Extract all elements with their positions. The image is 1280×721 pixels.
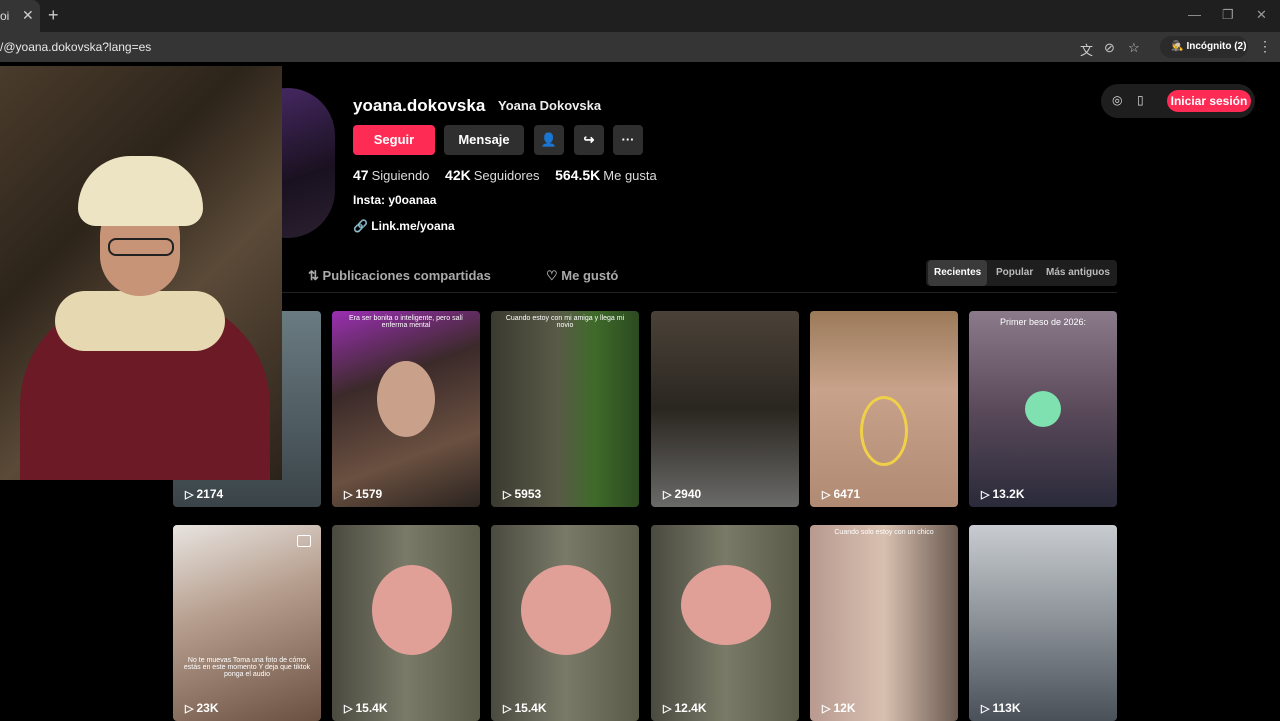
share-button[interactable]: ↪ xyxy=(574,125,604,155)
message-button[interactable]: Mensaje xyxy=(444,125,524,155)
follow-button[interactable]: Seguir xyxy=(353,125,435,155)
video-views: 2174 xyxy=(185,487,223,501)
minimize-icon[interactable]: — xyxy=(1188,7,1201,22)
sort-popular[interactable]: Popular xyxy=(990,260,1039,286)
video-tile[interactable]: 113K xyxy=(969,525,1117,721)
heart-icon: ♡ xyxy=(546,268,558,283)
incognito-icon: 🕵 xyxy=(1171,41,1184,52)
address-bar: /@yoana.dokovska?lang=es 文 ⊘ ☆ 🕵 Incógnit… xyxy=(0,32,1280,62)
tab-divider xyxy=(282,292,1117,293)
following-count: 47 xyxy=(353,167,369,183)
webcam-overlay xyxy=(0,66,282,480)
translate-icon[interactable]: 文 xyxy=(1080,40,1093,59)
repost-icon: ⇅ xyxy=(308,268,319,283)
more-button[interactable]: ··· xyxy=(613,125,643,155)
profile-link-text[interactable]: Link.me/yoana xyxy=(371,219,454,233)
tab-liked[interactable]: ♡ Me gustó xyxy=(546,268,618,284)
video-views: 113K xyxy=(981,701,1020,715)
link-icon: 🔗 xyxy=(353,219,368,233)
tab-liked-label: Me gustó xyxy=(561,268,619,283)
cam-figure-hat xyxy=(78,156,203,226)
header-actions: ◎ ▯ Iniciar sesión xyxy=(1101,84,1255,118)
video-tile[interactable]: No te muevas Toma una foto de cómo estás… xyxy=(173,525,321,721)
video-tile[interactable]: Primer beso de 2026: 13.2K xyxy=(969,311,1117,507)
video-views: 1579 xyxy=(344,487,382,501)
video-caption: Primer beso de 2026: xyxy=(999,317,1087,327)
video-tile[interactable]: Era ser bonita o inteligente, pero salí … xyxy=(332,311,480,507)
video-tile[interactable]: 15.4K xyxy=(332,525,480,721)
mobile-icon[interactable]: ▯ xyxy=(1137,93,1144,107)
sticker-icon xyxy=(1025,391,1061,427)
video-views: 15.4K xyxy=(344,701,387,715)
url-field[interactable]: /@yoana.dokovska?lang=es xyxy=(0,40,151,54)
profile-nickname: Yoana Dokovska xyxy=(498,98,602,113)
video-caption: Cuando estoy con mi amiga y llega mi nov… xyxy=(505,315,625,329)
window-close-icon[interactable]: ✕ xyxy=(1256,7,1267,23)
video-thumbnail-hand xyxy=(681,565,771,645)
browser-tab[interactable]: oi ✕ xyxy=(0,0,40,32)
eye-slash-icon[interactable]: ⊘ xyxy=(1104,40,1115,56)
sort-recent[interactable]: Recientes xyxy=(928,260,988,286)
video-views: 5953 xyxy=(503,487,541,501)
video-views: 2940 xyxy=(663,487,701,501)
video-views: 13.2K xyxy=(981,487,1024,501)
video-tile[interactable]: 15.4K xyxy=(491,525,639,721)
cam-figure-lace xyxy=(55,291,225,351)
video-tile[interactable]: 6471 xyxy=(810,311,958,507)
video-tile[interactable]: Cuando estoy con mi amiga y llega mi nov… xyxy=(491,311,639,507)
likes-label: Me gusta xyxy=(603,168,657,183)
followers-label[interactable]: Seguidores xyxy=(474,168,540,183)
bookmark-star-icon[interactable]: ☆ xyxy=(1128,40,1140,56)
login-button[interactable]: Iniciar sesión xyxy=(1167,90,1251,112)
video-caption: Era ser bonita o inteligente, pero salí … xyxy=(348,315,463,329)
share-icon: ↪ xyxy=(583,132,595,147)
tab-title: oi xyxy=(0,9,10,23)
video-caption: Cuando solo estoy con un chico xyxy=(834,529,934,536)
video-views: 12.4K xyxy=(663,701,706,715)
video-views: 23K xyxy=(185,701,218,715)
restore-icon[interactable]: ❐ xyxy=(1222,7,1234,23)
tab-shared-posts[interactable]: ⇅ Publicaciones compartidas xyxy=(308,268,491,284)
browser-tab-bar: oi ✕ + — ❐ ✕ xyxy=(0,0,1280,32)
incognito-badge[interactable]: 🕵 Incógnito (2) xyxy=(1160,36,1248,58)
followers-count: 42K xyxy=(445,167,471,183)
incognito-label: Incógnito (2) xyxy=(1186,41,1247,52)
video-views: 6471 xyxy=(822,487,860,501)
video-caption: No te muevas Toma una foto de cómo estás… xyxy=(183,657,311,678)
cam-figure-glasses xyxy=(108,238,174,256)
video-views: 15.4K xyxy=(503,701,546,715)
video-thumbnail-hand xyxy=(372,565,452,655)
add-user-icon: 👤 xyxy=(540,132,558,147)
sort-oldest[interactable]: Más antiguos xyxy=(1040,260,1116,286)
compass-icon[interactable]: ◎ xyxy=(1112,93,1122,107)
video-thumbnail-hand xyxy=(521,565,611,655)
profile-username: yoana.dokovska xyxy=(353,96,486,115)
profile-link[interactable]: 🔗 Link.me/yoana xyxy=(353,219,455,233)
video-thumbnail-filter xyxy=(860,396,908,466)
photo-carousel-icon xyxy=(297,535,311,547)
close-icon[interactable]: ✕ xyxy=(22,7,34,24)
new-tab-icon[interactable]: + xyxy=(48,5,59,26)
ellipsis-icon: ··· xyxy=(621,132,635,147)
tab-shared-label: Publicaciones compartidas xyxy=(322,268,491,283)
browser-menu-icon[interactable]: ⋮ xyxy=(1258,38,1272,55)
video-views: 12K xyxy=(822,701,855,715)
video-thumbnail-face xyxy=(377,361,435,437)
sort-toggle: Recientes Popular Más antiguos xyxy=(926,260,1117,286)
likes-count: 564.5K xyxy=(555,167,601,183)
video-tile[interactable]: 2940 xyxy=(651,311,799,507)
following-label[interactable]: Siguiendo xyxy=(372,168,430,183)
profile-bio: Insta: y0oanaa xyxy=(353,193,437,207)
video-tile[interactable]: 12.4K xyxy=(651,525,799,721)
video-tile[interactable]: Cuando solo estoy con un chico 12K xyxy=(810,525,958,721)
profile-stats: 47 Siguiendo 42K Seguidores 564.5K Me gusta xyxy=(353,167,669,183)
add-friend-button[interactable]: 👤 xyxy=(534,125,564,155)
